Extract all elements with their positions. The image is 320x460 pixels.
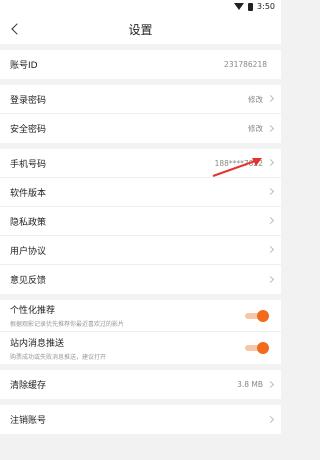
toggle-section: 个性化推荐 根据观影记录优先推荐你最近喜欢过的影片 站内消息推送 购票成功或失败… (0, 300, 281, 364)
chevron-right-icon (266, 415, 275, 423)
chevron-right-icon (266, 380, 275, 388)
cache-size-value: 3.8 MB (237, 380, 263, 389)
status-bar: 3:50 (0, 0, 281, 14)
phone-number-label: 手机号码 (10, 159, 47, 170)
login-password-row[interactable]: 登录密码 修改 (0, 85, 281, 114)
message-push-label: 站内消息推送 (10, 338, 65, 349)
personalized-recommend-desc: 根据观影记录优先推荐你最近喜欢过的影片 (10, 321, 125, 328)
chevron-right-icon (266, 124, 275, 132)
software-version-row[interactable]: 软件版本 (0, 178, 281, 207)
user-agreement-label: 用户协议 (10, 246, 47, 257)
login-password-action: 修改 (248, 94, 263, 104)
account-id-label: 账号ID (10, 61, 38, 71)
chevron-right-icon (266, 94, 275, 103)
security-password-label: 安全密码 (10, 125, 47, 135)
wifi-icon (234, 3, 245, 10)
feedback-row[interactable]: 意见反馈 (0, 265, 281, 294)
message-push-desc: 购票成功或失败消息推送，建议打开 (10, 353, 107, 361)
privacy-policy-row[interactable]: 隐私政策 (0, 207, 281, 236)
phone-number-row[interactable]: 手机号码 188****7822 (0, 149, 281, 178)
account-id-value: 231786218 (224, 60, 267, 69)
security-password-row[interactable]: 安全密码 修改 (0, 114, 281, 143)
chevron-right-icon (266, 158, 275, 167)
privacy-policy-label: 隐私政策 (10, 217, 47, 228)
personalized-recommend-label: 个性化推荐 (10, 306, 56, 316)
account-id-row: 账号ID 231786218 (0, 50, 281, 79)
security-password-action: 修改 (248, 124, 263, 133)
user-agreement-row[interactable]: 用户协议 (0, 236, 281, 265)
message-push-toggle[interactable] (245, 342, 269, 354)
software-version-label: 软件版本 (10, 188, 47, 199)
page-title: 设置 (128, 22, 153, 37)
password-section: 登录密码 修改 安全密码 修改 (0, 85, 281, 143)
personalized-recommend-row: 个性化推荐 根据观影记录优先推荐你最近喜欢过的影片 (0, 300, 281, 332)
status-time: 3:50 (257, 2, 275, 11)
personalized-recommend-toggle[interactable] (245, 309, 269, 322)
chevron-right-icon (266, 275, 275, 283)
battery-icon (248, 2, 254, 11)
clear-cache-label: 清除缓存 (10, 381, 47, 391)
nav-bar: 设置 (0, 14, 281, 44)
phone-number-value: 188****7822 (214, 158, 263, 168)
login-password-label: 登录密码 (10, 95, 47, 106)
clear-cache-row[interactable]: 清除缓存 3.8 MB (0, 370, 281, 399)
delete-account-label: 注销账号 (10, 416, 47, 426)
account-section: 账号ID 231786218 (0, 50, 281, 79)
cache-section: 清除缓存 3.8 MB (0, 370, 281, 399)
feedback-label: 意见反馈 (10, 276, 47, 286)
info-section: 手机号码 188****7822 软件版本 隐私政策 用户协议 意见反馈 (0, 149, 281, 294)
logout-section: 注销账号 (0, 405, 281, 434)
delete-account-row[interactable]: 注销账号 (0, 405, 281, 434)
back-arrow-icon[interactable] (10, 21, 24, 37)
message-push-row: 站内消息推送 购票成功或失败消息推送，建议打开 (0, 332, 281, 364)
